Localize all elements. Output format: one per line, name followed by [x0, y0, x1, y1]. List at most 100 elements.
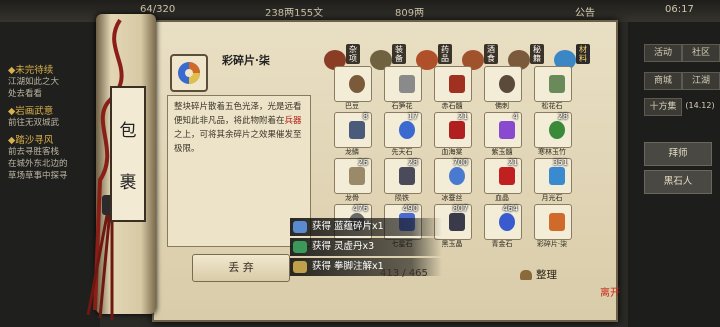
- jianghu-button[interactable]: 江湖: [682, 72, 720, 90]
- inventory-title-label: 包 裹: [110, 86, 146, 222]
- loot-notification: 获得 蓝蕴碎片x1: [290, 218, 442, 236]
- item-count: 807: [452, 204, 468, 213]
- item-icon: [349, 167, 365, 185]
- item-icon: [349, 75, 365, 93]
- item-count: 476: [352, 204, 368, 213]
- title-char: 包: [119, 121, 137, 141]
- inventory-slot[interactable]: 赤石髓: [430, 66, 474, 110]
- loot-item-icon: [293, 241, 307, 253]
- activity-button[interactable]: 活动: [644, 44, 682, 62]
- item-name: 巴豆: [345, 102, 359, 110]
- item-name: 陨铁: [395, 194, 409, 202]
- quest-desc: 在城外东北边的: [8, 159, 68, 169]
- inventory-slot[interactable]: 21 血海棠: [430, 112, 474, 156]
- item-description: 整块碎片散着五色光泽，光是远看便知此非凡品，将此物附着在兵器之上，可将其余碎片之…: [174, 102, 302, 154]
- market-time: (14.12): [685, 101, 715, 110]
- item-count: 700: [452, 158, 468, 167]
- quest-title[interactable]: ◆未完待续: [8, 62, 53, 76]
- slot-frame: [534, 204, 572, 240]
- item-icon: [549, 167, 565, 185]
- quest-desc: 处去看看: [8, 89, 43, 99]
- inventory-slot[interactable]: 佛刺: [480, 66, 524, 110]
- item-name: 紫玉髓: [491, 148, 513, 156]
- quest-desc: 江湖如此之大: [8, 77, 60, 87]
- item-icon: [399, 121, 415, 139]
- tidy-label: 整理: [536, 269, 557, 281]
- inventory-slot[interactable]: 28 陨铁: [380, 158, 424, 202]
- inventory-slot[interactable]: 700 冰蚕丝: [430, 158, 474, 202]
- tab-label: 装备: [392, 44, 406, 64]
- inventory-slot[interactable]: 464 青金石: [480, 204, 524, 248]
- loot-item-icon: [293, 221, 307, 233]
- inventory-slot[interactable]: 21 血晶: [480, 158, 524, 202]
- tab-label: 材料: [576, 44, 590, 64]
- title-char: 裹: [119, 173, 137, 193]
- item-count: 351: [552, 158, 568, 167]
- item-icon: [449, 75, 465, 93]
- quest-desc: 前往无双城武: [8, 118, 60, 128]
- item-name: 寒林玉竹: [538, 148, 566, 156]
- inventory-slot[interactable]: 巴豆: [330, 66, 374, 110]
- loot-item-icon: [293, 261, 307, 273]
- capacity-readout: 413 / 465: [380, 268, 428, 279]
- inventory-slot[interactable]: 28 寒林玉竹: [530, 112, 574, 156]
- item-icon: [449, 213, 465, 231]
- inventory-slot[interactable]: 17 先天石: [380, 112, 424, 156]
- inventory-slot[interactable]: 松花石: [530, 66, 574, 110]
- leave-stamp-button[interactable]: 离开: [600, 284, 622, 310]
- community-button[interactable]: 社区: [682, 44, 720, 62]
- item-count: 490: [402, 204, 418, 213]
- quest-title[interactable]: ◆踏沙寻风: [8, 132, 53, 146]
- slot-frame: [384, 66, 422, 102]
- notice-button[interactable]: 公告: [575, 4, 595, 19]
- item-icon: [449, 167, 465, 185]
- item-icon: [399, 167, 415, 185]
- item-count: 21: [507, 158, 518, 167]
- quest-desc: 前去寻胜客栈: [8, 147, 60, 157]
- item-icon: [499, 75, 515, 93]
- item-name: 月光石: [541, 194, 563, 202]
- inventory-slot[interactable]: 26 龙骨: [330, 158, 374, 202]
- inventory-slot[interactable]: 彩碎片·柒: [530, 204, 574, 248]
- loot-text: 获得 灵虚丹x3: [312, 241, 375, 252]
- tab-label: 秘籍: [530, 44, 544, 64]
- item-name: 松花石: [541, 102, 563, 110]
- item-icon: [499, 167, 515, 185]
- item-name: 血晶: [495, 194, 509, 202]
- npc-button[interactable]: 黑石人: [644, 170, 712, 194]
- discard-button[interactable]: 丢 弃: [192, 254, 290, 282]
- slot-frame: [534, 66, 572, 102]
- loot-notification: 获得 灵虚丹x3: [290, 238, 442, 256]
- inventory-slot[interactable]: 351 月光石: [530, 158, 574, 202]
- item-icon: [399, 75, 415, 93]
- item-count: 17: [407, 112, 418, 121]
- item-name: 赤石髓: [441, 102, 463, 110]
- item-name: 血海棠: [441, 148, 463, 156]
- item-name: 石笋花: [391, 102, 413, 110]
- tab-label: 酒食: [484, 44, 498, 64]
- fragment-icon: [178, 62, 200, 84]
- silver-readout: 809两: [395, 8, 425, 19]
- tab-label: 药品: [438, 44, 452, 64]
- master-button[interactable]: 拜师: [644, 142, 712, 166]
- inventory-slot[interactable]: 8 龙鳞: [330, 112, 374, 156]
- item-icon: [549, 121, 565, 139]
- loot-text: 获得 拳脚注解x1: [312, 261, 384, 272]
- selected-item-icon: [170, 54, 208, 92]
- shop-button[interactable]: 商城: [644, 72, 682, 90]
- item-count: 464: [502, 204, 518, 213]
- item-count: 28: [407, 158, 418, 167]
- slot-frame: [334, 66, 372, 102]
- tidy-button[interactable]: 整理: [520, 267, 557, 282]
- item-name: 冰蚕丝: [441, 194, 463, 202]
- item-count: 8: [362, 112, 368, 121]
- item-count: 4: [512, 112, 518, 121]
- item-icon: [549, 75, 565, 93]
- item-name: 青金石: [491, 240, 513, 248]
- inventory-slot[interactable]: 4 紫玉髓: [480, 112, 524, 156]
- inventory-slot[interactable]: 石笋花: [380, 66, 424, 110]
- quest-title[interactable]: ◆岩画武意: [8, 103, 53, 117]
- item-name: 龙骨: [345, 194, 359, 202]
- quest-desc: 草场草事中探寻: [8, 171, 68, 181]
- market-button[interactable]: 十方集: [644, 98, 682, 116]
